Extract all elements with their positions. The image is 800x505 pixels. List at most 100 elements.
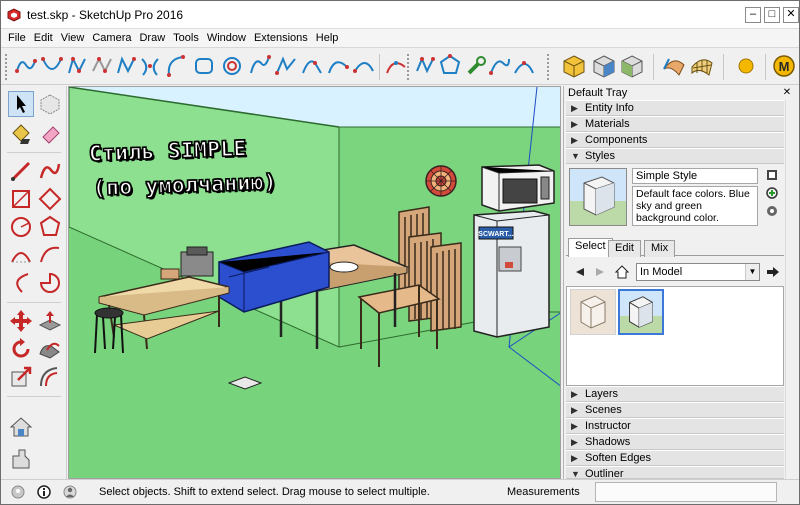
panel-instructor[interactable]: ▶ Instructor x	[566, 418, 798, 434]
bezier-icon[interactable]	[65, 53, 91, 79]
polygon-tool[interactable]	[37, 214, 63, 240]
panel-soften-edges[interactable]: ▶ Soften Edges x	[566, 450, 798, 466]
three-point-arc-tool[interactable]	[8, 270, 34, 296]
panel-scenes[interactable]: ▶ Scenes x	[566, 402, 798, 418]
menu-file[interactable]: File	[4, 29, 30, 47]
forward-arrow-icon[interactable]	[592, 264, 608, 280]
warehouse-tool[interactable]	[8, 414, 34, 440]
arc-curve-icon[interactable]	[351, 53, 377, 79]
pie-tool[interactable]	[37, 270, 63, 296]
panel-components[interactable]: ▶ Components x	[566, 132, 798, 148]
line-tool[interactable]	[8, 158, 34, 184]
eraser-tool[interactable]	[37, 121, 63, 147]
toolbar-separator	[379, 54, 380, 80]
rounded-arc-icon[interactable]	[163, 53, 189, 79]
menu-window[interactable]: Window	[203, 29, 250, 47]
sun-icon[interactable]	[733, 53, 759, 79]
close-window-button[interactable]: ✕	[783, 7, 799, 23]
menu-camera[interactable]: Camera	[88, 29, 135, 47]
toolbar-grip[interactable]	[5, 54, 9, 80]
toolbar-grip[interactable]	[407, 54, 411, 80]
tab-mix[interactable]: Mix	[644, 240, 676, 257]
arc-icon[interactable]	[137, 53, 163, 79]
mesh-icon[interactable]	[689, 53, 715, 79]
rectangle-tool[interactable]	[8, 186, 34, 212]
polygon-icon[interactable]	[437, 53, 463, 79]
user-icon[interactable]	[63, 485, 77, 499]
wrench-icon[interactable]	[463, 53, 489, 79]
cube-side-icon[interactable]	[619, 53, 645, 79]
tray-scrollbar[interactable]	[785, 100, 799, 479]
offset-tool[interactable]	[37, 364, 63, 390]
segment-arc-icon[interactable]	[299, 53, 325, 79]
freehand-tool[interactable]	[37, 158, 63, 184]
menu-edit[interactable]: Edit	[30, 29, 57, 47]
two-point-arc-tool[interactable]	[37, 242, 63, 268]
details-arrow-icon[interactable]	[765, 264, 781, 280]
panel-label: Outliner	[585, 468, 624, 479]
default-tray: Default Tray ✕ ▶ Entity Info x ▶ Materia…	[563, 86, 799, 479]
3d-viewport[interactable]: SCWART... Стиль SIMPLE (по умолчанию)	[68, 86, 561, 479]
panel-materials[interactable]: ▶ Materials x	[566, 116, 798, 132]
extension-warehouse-tool[interactable]	[8, 446, 34, 472]
freehand-curve-icon[interactable]	[247, 53, 273, 79]
paint-bucket-tool[interactable]	[8, 121, 34, 147]
menu-draw[interactable]: Draw	[135, 29, 169, 47]
tab-edit[interactable]: Edit	[608, 240, 641, 257]
make-component-tool[interactable]	[37, 91, 63, 117]
minimize-button[interactable]: –	[745, 7, 761, 23]
panel-entity-info[interactable]: ▶ Entity Info x	[566, 100, 798, 116]
menu-extensions[interactable]: Extensions	[250, 29, 312, 47]
panel-outliner[interactable]: ▼ Outliner	[566, 466, 784, 479]
scale-tool[interactable]	[8, 364, 34, 390]
menu-help[interactable]: Help	[312, 29, 343, 47]
style-thumbnail-simple[interactable]	[618, 289, 664, 335]
curve-icon[interactable]	[113, 53, 139, 79]
arc-tool[interactable]	[8, 242, 34, 268]
catenary-icon[interactable]	[39, 53, 65, 79]
push-pull-tool[interactable]	[37, 308, 63, 334]
zigzag-icon[interactable]	[273, 53, 299, 79]
bezier-edit-icon[interactable]	[511, 53, 537, 79]
spline-icon[interactable]	[13, 53, 39, 79]
polyline-icon[interactable]	[89, 53, 115, 79]
collection-select[interactable]: In Model ▼	[636, 263, 760, 281]
create-style-icon[interactable]	[765, 186, 779, 200]
panel-shadows[interactable]: ▶ Shadows x	[566, 434, 798, 450]
panel-styles[interactable]: ▼ Styles x	[566, 148, 798, 164]
circle-tool[interactable]	[8, 214, 34, 240]
spiral-icon[interactable]	[219, 53, 245, 79]
style-details-icon[interactable]	[765, 204, 779, 218]
dividing-icon[interactable]	[413, 53, 439, 79]
rotate-tool[interactable]	[8, 336, 34, 362]
style-thumbnail-sketchy[interactable]	[570, 289, 616, 335]
style-name-field[interactable]: Simple Style	[632, 168, 758, 184]
home-icon[interactable]	[614, 264, 630, 280]
info-icon[interactable]	[37, 485, 51, 499]
measurements-input[interactable]	[595, 482, 777, 502]
follow-me-tool[interactable]	[37, 336, 63, 362]
rounded-rect-icon[interactable]	[191, 53, 217, 79]
surface-icon[interactable]	[661, 53, 687, 79]
edit-curve-icon[interactable]	[487, 53, 513, 79]
maximize-button[interactable]: □	[764, 7, 780, 23]
menu-view[interactable]: View	[57, 29, 89, 47]
cube-front-icon[interactable]	[591, 53, 617, 79]
menu-tools[interactable]: Tools	[169, 29, 203, 47]
back-arrow-icon[interactable]	[572, 264, 588, 280]
panel-layers[interactable]: ▶ Layers x	[566, 386, 798, 402]
tab-select[interactable]: Select	[568, 238, 613, 257]
expand-arrow-icon: ▶	[571, 119, 578, 129]
style-description-field[interactable]: Default face colors. Blue sky and green …	[632, 186, 758, 226]
update-style-icon[interactable]	[765, 168, 779, 182]
tray-close-icon[interactable]: ✕	[781, 87, 793, 99]
rotated-rectangle-tool[interactable]	[37, 186, 63, 212]
geo-location-icon[interactable]	[11, 485, 25, 499]
select-tool[interactable]	[8, 91, 34, 117]
extension-m-icon[interactable]: M	[771, 53, 797, 79]
move-tool[interactable]	[8, 308, 34, 334]
cube-iso-icon[interactable]	[561, 53, 587, 79]
three-point-curve-icon[interactable]	[325, 53, 351, 79]
curve-edit-icon[interactable]	[383, 53, 409, 79]
toolbar-grip[interactable]	[547, 54, 551, 80]
